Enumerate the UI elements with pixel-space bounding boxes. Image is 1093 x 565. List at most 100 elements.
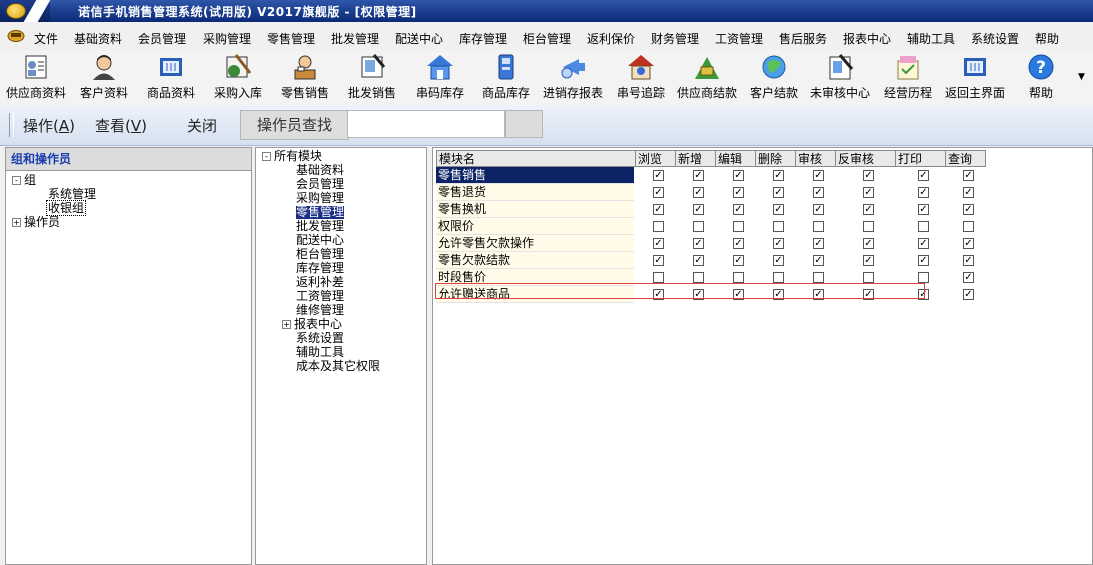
permission-checkbox[interactable]: ✓ xyxy=(863,204,874,215)
permission-checkbox[interactable] xyxy=(863,221,874,232)
menu-help[interactable]: 帮助 xyxy=(1035,30,1059,47)
module-tools[interactable]: 辅助工具 xyxy=(296,346,344,359)
permission-checkbox[interactable]: ✓ xyxy=(693,170,704,181)
permission-checkbox[interactable] xyxy=(813,221,824,232)
permission-checkbox[interactable]: ✓ xyxy=(693,204,704,215)
menu-file[interactable]: 文件 xyxy=(34,30,58,47)
module-repair[interactable]: 维修管理 xyxy=(296,304,344,317)
permission-checkbox[interactable]: ✓ xyxy=(813,170,824,181)
permission-checkbox[interactable]: ✓ xyxy=(653,170,664,181)
menu-payroll[interactable]: 工资管理 xyxy=(715,30,763,47)
menu-tools[interactable]: 辅助工具 xyxy=(907,30,955,47)
module-wholesale[interactable]: 批发管理 xyxy=(296,220,344,233)
permission-checkbox[interactable]: ✓ xyxy=(863,255,874,266)
permission-checkbox[interactable] xyxy=(653,221,664,232)
permission-checkbox[interactable]: ✓ xyxy=(733,170,744,181)
permission-checkbox[interactable] xyxy=(773,221,784,232)
permission-checkbox[interactable] xyxy=(653,272,664,283)
module-rebate[interactable]: 返利补差 xyxy=(296,276,344,289)
toolbar-purchase-in-button[interactable]: 采购入库 xyxy=(210,52,266,102)
permission-row-name[interactable]: 时段售价 xyxy=(436,269,634,286)
permission-checkbox[interactable]: ✓ xyxy=(863,238,874,249)
toolbar-history-button[interactable]: 经营历程 xyxy=(880,52,936,102)
collapse-icon[interactable]: - xyxy=(12,176,21,185)
permission-checkbox[interactable]: ✓ xyxy=(918,289,929,300)
column-header-browse[interactable]: 浏览 xyxy=(636,150,676,167)
column-header-unaudit[interactable]: 反审核 xyxy=(836,150,896,167)
permission-checkbox[interactable] xyxy=(693,221,704,232)
permission-checkbox[interactable]: ✓ xyxy=(693,187,704,198)
permission-checkbox[interactable]: ✓ xyxy=(653,289,664,300)
collapse-icon[interactable]: - xyxy=(262,152,271,161)
menu-app-icon[interactable] xyxy=(7,29,25,42)
permission-checkbox[interactable]: ✓ xyxy=(813,255,824,266)
operator-search-button[interactable] xyxy=(505,110,543,138)
toolbar-product-button[interactable]: 商品资料 xyxy=(143,52,199,102)
toolbar-customer-payment-button[interactable]: 客户结款 xyxy=(746,52,802,102)
toolbar-stock-report-button[interactable]: 进销存报表 xyxy=(541,52,605,102)
permission-checkbox[interactable]: ✓ xyxy=(918,255,929,266)
permission-checkbox[interactable]: ✓ xyxy=(918,187,929,198)
permission-checkbox[interactable] xyxy=(733,221,744,232)
permission-checkbox[interactable]: ✓ xyxy=(963,272,974,283)
toolbar-tracking-button[interactable]: 串号追踪 xyxy=(613,52,669,102)
toolbar-retail-button[interactable]: 零售销售 xyxy=(277,52,333,102)
permission-checkbox[interactable]: ✓ xyxy=(813,289,824,300)
permission-checkbox[interactable]: ✓ xyxy=(813,187,824,198)
permission-checkbox[interactable]: ✓ xyxy=(773,187,784,198)
column-header-print[interactable]: 打印 xyxy=(896,150,946,167)
permission-row-name[interactable]: 零售换机 xyxy=(436,201,634,218)
tree-node-operators[interactable]: + 操作员 xyxy=(12,216,60,229)
permission-checkbox[interactable]: ✓ xyxy=(813,238,824,249)
toolbar-grip[interactable] xyxy=(9,113,14,137)
permission-checkbox[interactable]: ✓ xyxy=(963,238,974,249)
permission-checkbox[interactable]: ✓ xyxy=(773,170,784,181)
tree-node-group[interactable]: -组 xyxy=(12,174,36,187)
toolbar-supplier-button[interactable]: 供应商资料 xyxy=(4,52,68,102)
toolbar-help-button[interactable]: ? 帮助 xyxy=(1018,52,1064,102)
module-reports[interactable]: + 报表中心 xyxy=(282,318,342,331)
permission-checkbox[interactable]: ✓ xyxy=(963,170,974,181)
permission-checkbox[interactable] xyxy=(733,272,744,283)
menu-counter[interactable]: 柜台管理 xyxy=(523,30,571,47)
toolbar-overflow-icon[interactable]: ▼ xyxy=(1078,72,1085,82)
menu-rebate[interactable]: 返利保价 xyxy=(587,30,635,47)
permission-checkbox[interactable]: ✓ xyxy=(653,204,664,215)
permission-checkbox[interactable] xyxy=(693,272,704,283)
module-member[interactable]: 会员管理 xyxy=(296,178,344,191)
permission-checkbox[interactable]: ✓ xyxy=(773,204,784,215)
permission-checkbox[interactable]: ✓ xyxy=(773,255,784,266)
column-header-delete[interactable]: 删除 xyxy=(756,150,796,167)
module-distribution[interactable]: 配送中心 xyxy=(296,234,344,247)
permission-checkbox[interactable]: ✓ xyxy=(693,255,704,266)
permission-checkbox[interactable] xyxy=(863,272,874,283)
permission-checkbox[interactable]: ✓ xyxy=(813,204,824,215)
permission-checkbox[interactable]: ✓ xyxy=(773,238,784,249)
permission-checkbox[interactable] xyxy=(918,272,929,283)
permission-row-name[interactable]: 权限价 xyxy=(436,218,634,235)
permission-row-name[interactable]: 零售销售 xyxy=(436,167,634,184)
menu-settings[interactable]: 系统设置 xyxy=(971,30,1019,47)
permission-checkbox[interactable]: ✓ xyxy=(773,289,784,300)
menu-basic-data[interactable]: 基础资料 xyxy=(74,30,122,47)
permission-checkbox[interactable] xyxy=(813,272,824,283)
permission-checkbox[interactable]: ✓ xyxy=(653,238,664,249)
tree-node-all-modules[interactable]: - 所有模块 xyxy=(262,150,322,163)
menu-member[interactable]: 会员管理 xyxy=(138,30,186,47)
close-button[interactable]: 关闭 xyxy=(187,115,217,136)
permission-checkbox[interactable]: ✓ xyxy=(653,255,664,266)
toolbar-home-button[interactable]: 返回主界面 xyxy=(943,52,1007,102)
permission-checkbox[interactable]: ✓ xyxy=(733,204,744,215)
column-header-module[interactable]: 模块名 xyxy=(436,150,636,167)
permission-checkbox[interactable]: ✓ xyxy=(963,289,974,300)
permission-checkbox[interactable] xyxy=(918,221,929,232)
expand-icon[interactable]: + xyxy=(12,218,21,227)
permission-checkbox[interactable]: ✓ xyxy=(733,238,744,249)
expand-icon[interactable]: + xyxy=(282,320,291,329)
menu-reports[interactable]: 报表中心 xyxy=(843,30,891,47)
permission-row-name[interactable]: 零售退货 xyxy=(436,184,634,201)
permission-checkbox[interactable]: ✓ xyxy=(863,187,874,198)
permission-checkbox[interactable]: ✓ xyxy=(918,204,929,215)
toolbar-supplier-payment-button[interactable]: 供应商结款 xyxy=(675,52,739,102)
permission-checkbox[interactable]: ✓ xyxy=(963,204,974,215)
